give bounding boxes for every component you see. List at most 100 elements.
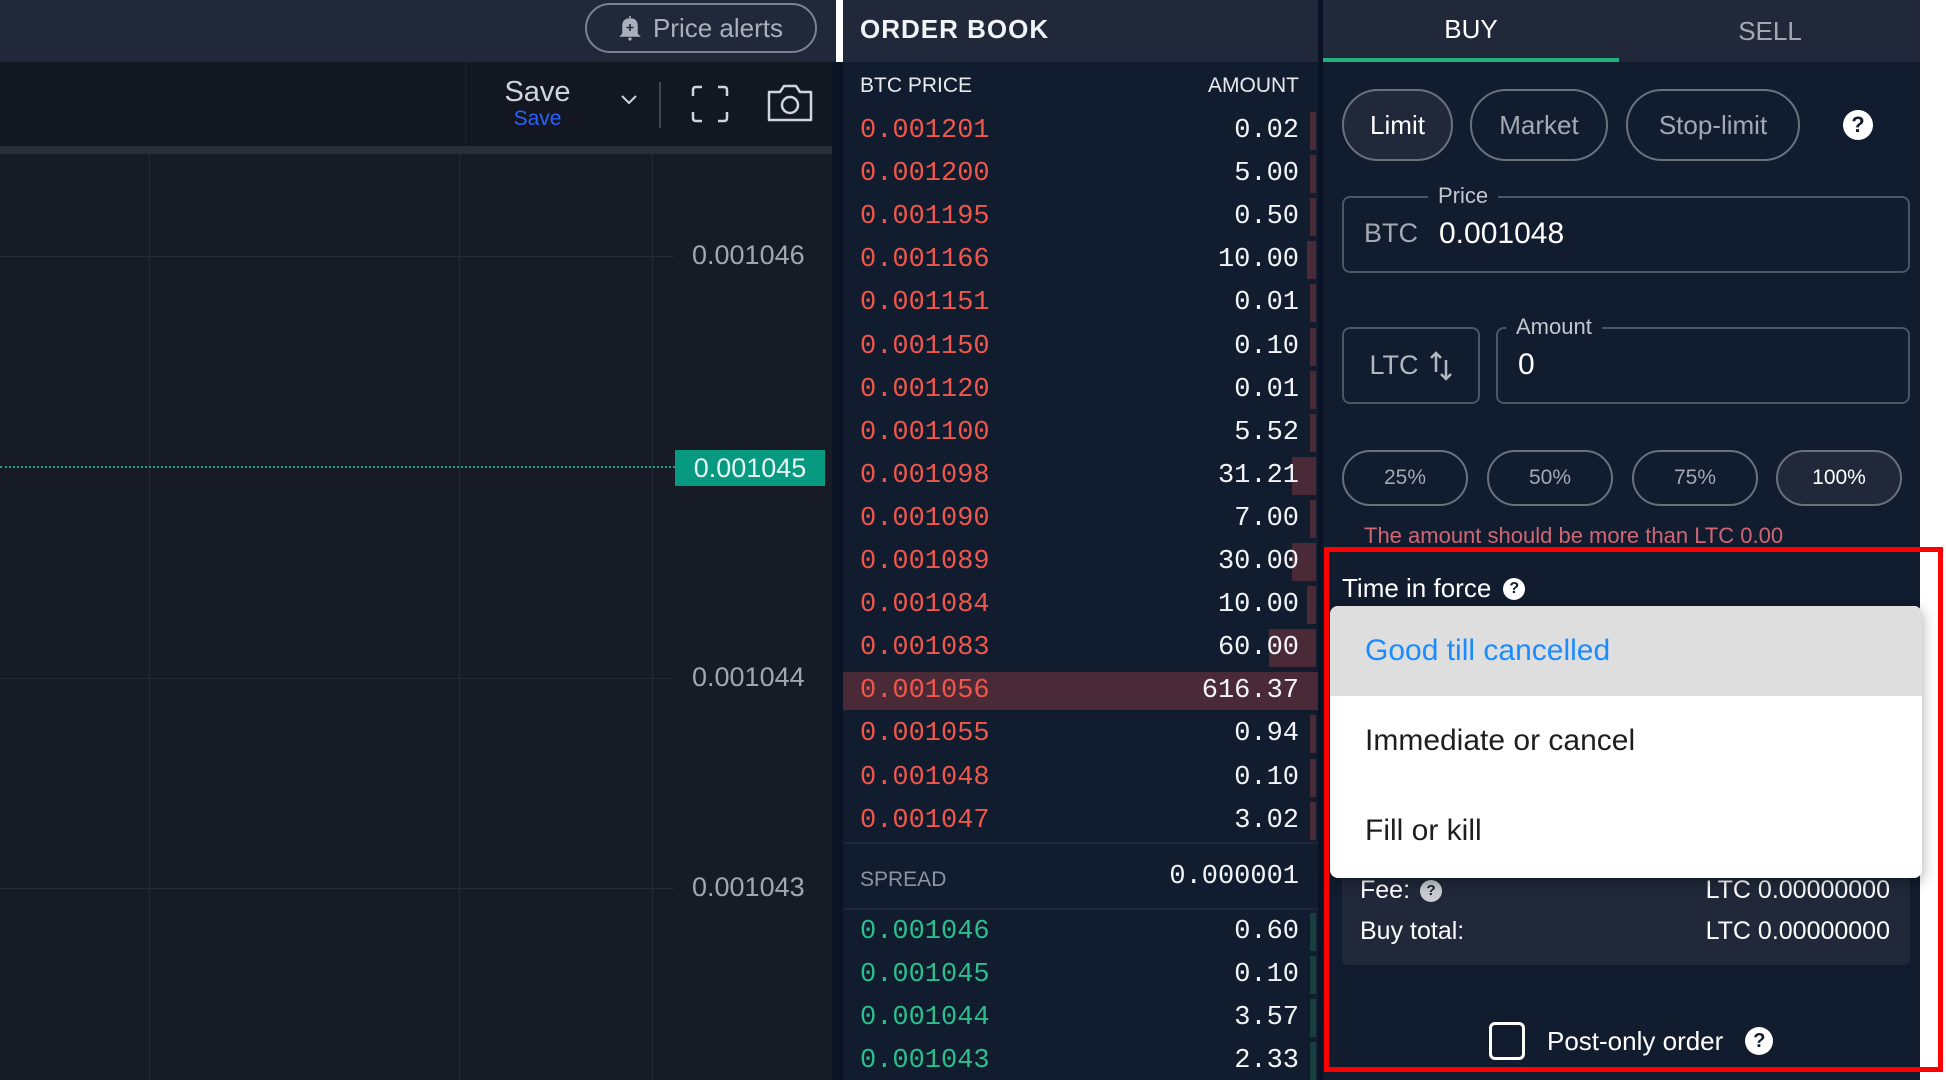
row-price: 0.001046 <box>860 917 990 947</box>
order-type-market[interactable]: Market <box>1470 89 1608 161</box>
ask-row[interactable]: 0.001151 0.01 <box>843 284 1318 323</box>
row-amount: 0.50 <box>1234 202 1299 233</box>
depth-bar <box>1310 758 1316 797</box>
row-price: 0.001055 <box>860 719 990 750</box>
amount-currency: LTC <box>1369 350 1419 380</box>
ask-row[interactable]: 0.001195 0.50 <box>843 198 1318 237</box>
help-icon[interactable]: ? <box>1503 577 1526 600</box>
post-only-row: Post-only order ? <box>1489 1022 1774 1060</box>
time-in-force-text: Time in force <box>1342 573 1492 603</box>
row-price: 0.001089 <box>860 547 990 577</box>
save-button[interactable]: Save Save <box>490 76 585 130</box>
column-header-amount: AMOUNT <box>1208 74 1299 97</box>
row-price: 0.001047 <box>860 805 990 836</box>
column-divider <box>832 62 843 1080</box>
camera-icon[interactable] <box>765 82 815 124</box>
order-type-limit[interactable]: Limit <box>1342 89 1453 161</box>
ask-row[interactable]: 0.001098 31.21 <box>843 456 1318 495</box>
row-amount: 31.21 <box>1217 460 1299 491</box>
depth-bar <box>1310 715 1316 754</box>
ask-row[interactable]: 0.001200 5.00 <box>843 155 1318 194</box>
price-chart[interactable]: 0.001046 0.001044 0.001043 0.001045 <box>0 154 836 1080</box>
percent-50-button[interactable]: 50% <box>1487 450 1613 506</box>
fee-label-text: Fee: <box>1360 876 1411 904</box>
row-amount: 0.10 <box>1234 331 1299 362</box>
row-price: 0.001084 <box>860 590 990 621</box>
price-alerts-label: Price alerts <box>652 12 784 43</box>
bid-row[interactable]: 0.001044 3.57 <box>843 999 1318 1038</box>
post-only-checkbox[interactable] <box>1489 1022 1525 1060</box>
depth-bar <box>1310 112 1316 150</box>
ask-row[interactable]: 0.001055 0.94 <box>843 715 1318 754</box>
price-field-label: Price <box>1428 183 1499 209</box>
column-header-price: BTC PRICE <box>860 74 973 97</box>
ask-row[interactable]: 0.001056 616.37 <box>843 672 1318 711</box>
bid-row[interactable]: 0.001045 0.10 <box>843 956 1318 995</box>
ask-row[interactable]: 0.001150 0.10 <box>843 327 1318 366</box>
fullscreen-icon[interactable] <box>690 84 730 124</box>
amount-input[interactable] <box>1518 348 1878 382</box>
percent-25-button[interactable]: 25% <box>1342 450 1468 506</box>
price-axis-label: 0.001046 <box>692 240 805 270</box>
row-amount: 60.00 <box>1217 633 1299 664</box>
row-price: 0.001043 <box>860 1046 990 1077</box>
chevron-down-icon[interactable] <box>618 88 640 110</box>
ask-row[interactable]: 0.001166 10.00 <box>843 241 1318 280</box>
last-price-line <box>0 466 675 468</box>
percent-100-button[interactable]: 100% <box>1776 450 1902 506</box>
price-alerts-button[interactable]: Price alerts <box>585 3 817 53</box>
depth-bar <box>1307 241 1316 280</box>
row-amount: 30.00 <box>1217 547 1299 577</box>
grid-line-vertical <box>652 154 653 1080</box>
bell-plus-icon <box>619 16 641 41</box>
row-amount: 10.00 <box>1217 245 1299 276</box>
percent-75-button[interactable]: 75% <box>1632 450 1758 506</box>
row-price: 0.001083 <box>860 633 990 664</box>
price-field[interactable]: Price BTC <box>1342 183 1910 273</box>
time-in-force-label: Time in force ? <box>1342 573 1526 604</box>
ask-row[interactable]: 0.001100 5.52 <box>843 413 1318 452</box>
toolbar-divider <box>659 82 661 128</box>
row-price: 0.001100 <box>860 417 990 448</box>
currency-toggle-button[interactable]: LTC <box>1342 327 1480 404</box>
order-book-header: ORDER BOOK <box>843 0 1318 62</box>
depth-bar <box>1310 1042 1316 1080</box>
ask-row[interactable]: 0.001089 30.00 <box>843 543 1318 581</box>
option-good-till-cancelled[interactable]: Good till cancelled <box>1330 606 1922 696</box>
price-input[interactable] <box>1439 217 1859 251</box>
depth-bar <box>1310 956 1316 995</box>
post-only-label: Post-only order <box>1547 1025 1724 1056</box>
ask-row[interactable]: 0.001048 0.10 <box>843 758 1318 797</box>
tab-sell[interactable]: SELL <box>1621 0 1919 62</box>
amount-error-message: The amount should be more than LTC 0.00 <box>1364 523 1784 548</box>
row-price: 0.001048 <box>860 762 990 793</box>
option-fill-or-kill[interactable]: Fill or kill <box>1330 786 1922 876</box>
ask-row[interactable]: 0.001120 0.01 <box>843 370 1318 409</box>
swap-arrows-icon <box>1429 350 1452 381</box>
option-immediate-or-cancel[interactable]: Immediate or cancel <box>1330 696 1922 786</box>
ask-row[interactable]: 0.001201 0.02 <box>843 112 1318 150</box>
price-axis-label: 0.001043 <box>692 872 805 902</box>
row-price: 0.001200 <box>860 159 990 190</box>
spread-row: SPREAD 0.000001 <box>843 842 1318 910</box>
ask-row[interactable]: 0.001047 3.02 <box>843 801 1318 840</box>
help-icon[interactable]: ? <box>1420 879 1443 902</box>
order-type-stop-limit[interactable]: Stop-limit <box>1626 89 1800 161</box>
ask-row[interactable]: 0.001083 60.00 <box>843 629 1318 668</box>
row-price: 0.001090 <box>860 503 990 534</box>
amount-field[interactable]: Amount <box>1496 314 1910 404</box>
help-icon[interactable]: ? <box>1745 1027 1774 1055</box>
bid-row[interactable]: 0.001043 2.33 <box>843 1042 1318 1080</box>
chart-panel: Price alerts Save Save 0.001046 0.001044… <box>0 0 836 1080</box>
grid-line-horizontal <box>0 256 674 257</box>
price-axis-label: 0.001044 <box>692 662 805 692</box>
row-price: 0.001195 <box>860 202 990 233</box>
ask-row[interactable]: 0.001090 7.00 <box>843 499 1318 538</box>
help-icon[interactable]: ? <box>1843 110 1873 140</box>
tab-buy[interactable]: BUY <box>1323 0 1619 62</box>
row-amount: 0.01 <box>1234 288 1299 319</box>
last-price-tag: 0.001045 <box>675 450 825 486</box>
ask-row[interactable]: 0.001084 10.00 <box>843 586 1318 625</box>
bid-row[interactable]: 0.001046 0.60 <box>843 913 1318 951</box>
buy-total-value: LTC 0.00000000 <box>1705 917 1890 945</box>
